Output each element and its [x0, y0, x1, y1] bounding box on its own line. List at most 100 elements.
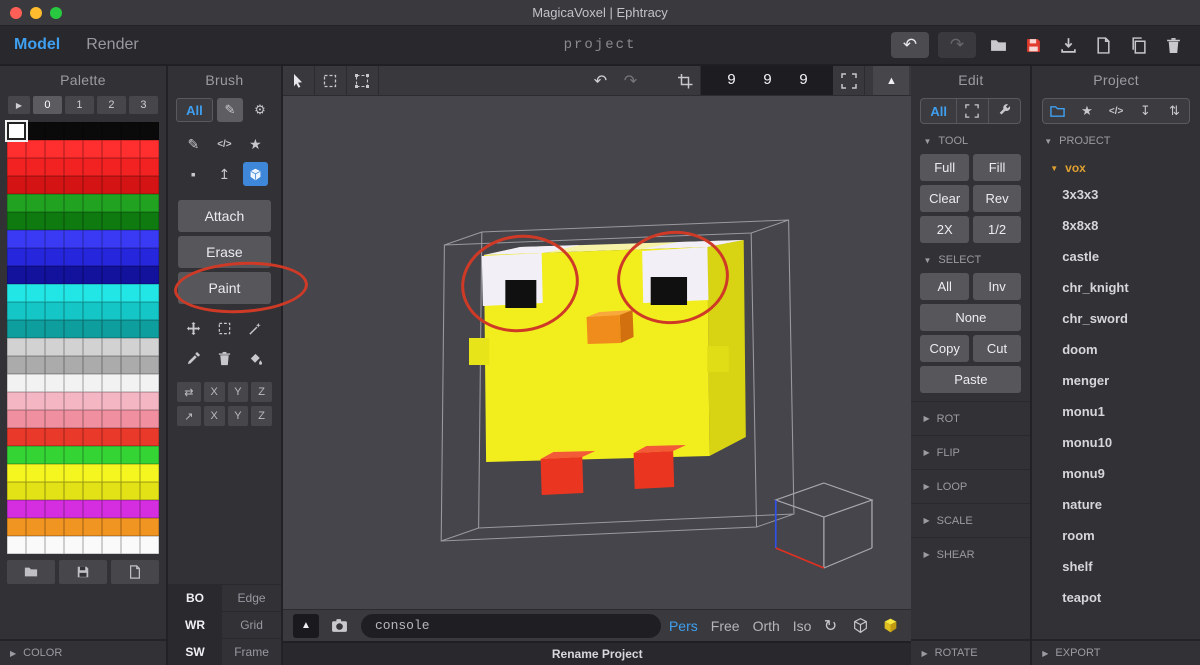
axis-view-button[interactable]: [849, 617, 871, 634]
palette-swatch[interactable]: [120, 446, 140, 464]
palette-swatch[interactable]: [44, 284, 64, 302]
palette-swatch[interactable]: [120, 536, 140, 554]
palette-save-button[interactable]: [58, 560, 107, 584]
palette-swatch[interactable]: [120, 500, 140, 518]
cursor-tool-button[interactable]: [283, 66, 315, 95]
palette-swatch[interactable]: [82, 230, 102, 248]
palette-swatch[interactable]: [7, 320, 26, 338]
palette-swatch[interactable]: [82, 356, 102, 374]
palette-swatch[interactable]: [7, 338, 26, 356]
palette-swatch[interactable]: [63, 374, 83, 392]
palette-swatch[interactable]: [7, 284, 26, 302]
edit-tools-button[interactable]: [989, 99, 1020, 123]
project-file-chr_knight[interactable]: chr_knight: [1032, 272, 1200, 303]
palette-swatch[interactable]: [7, 266, 26, 284]
palette-swatch[interactable]: [82, 446, 102, 464]
palette-swatch[interactable]: [120, 410, 140, 428]
palette-swatch[interactable]: [25, 194, 45, 212]
palette-swatch[interactable]: [44, 266, 64, 284]
edit-select-inv[interactable]: Inv: [972, 273, 1022, 300]
palette-swatch[interactable]: [7, 374, 26, 392]
brush-pattern-tool[interactable]: </>: [212, 132, 237, 156]
palette-swatch[interactable]: [63, 356, 83, 374]
palette-swatch[interactable]: [101, 446, 121, 464]
minimize-button[interactable]: [30, 6, 42, 19]
project-file-menger[interactable]: menger: [1032, 365, 1200, 396]
color-picker-tool[interactable]: [181, 346, 206, 370]
palette-swatch[interactable]: [7, 464, 26, 482]
palette-swatch[interactable]: [120, 302, 140, 320]
palette-swatch[interactable]: [101, 122, 121, 140]
palette-swatch[interactable]: [82, 500, 102, 518]
palette-swatch[interactable]: [63, 212, 83, 230]
palette-swatch[interactable]: [120, 176, 140, 194]
save-button[interactable]: [1020, 32, 1046, 58]
project-file-doom[interactable]: doom: [1032, 334, 1200, 365]
viewport-redo-button[interactable]: ↷: [615, 66, 645, 95]
brush-all-button[interactable]: All: [175, 98, 213, 122]
brush-face-tool[interactable]: ↥: [212, 162, 237, 186]
palette-swatch[interactable]: [63, 410, 83, 428]
palette-swatch[interactable]: [101, 518, 121, 536]
palette-play-button[interactable]: ▶: [8, 96, 30, 114]
palette-swatch[interactable]: [7, 302, 26, 320]
palette-swatch[interactable]: [82, 122, 102, 140]
display-toggle-sw[interactable]: SW: [167, 639, 223, 665]
edit-tool-fill[interactable]: Fill: [972, 154, 1022, 181]
region-select-corners-button[interactable]: [347, 66, 379, 95]
edit-section-rot[interactable]: ▶ ROT: [911, 401, 1031, 435]
view-mode-iso[interactable]: Iso: [793, 618, 812, 634]
project-file-castle[interactable]: castle: [1032, 241, 1200, 272]
palette-swatch[interactable]: [82, 482, 102, 500]
project-folder-view-button[interactable]: [1043, 99, 1072, 123]
palette-swatch[interactable]: [44, 392, 64, 410]
export-section[interactable]: ▶ EXPORT: [1032, 639, 1200, 665]
project-file-3x3x3[interactable]: 3x3x3: [1032, 179, 1200, 210]
brush-box-tool[interactable]: [242, 162, 268, 186]
palette-swatch[interactable]: [25, 212, 45, 230]
palette-swatch[interactable]: [25, 374, 45, 392]
project-code-button[interactable]: </>: [1102, 99, 1131, 123]
palette-tab-1[interactable]: 1: [64, 96, 94, 114]
viewport-undo-button[interactable]: ↶: [585, 66, 615, 95]
palette-swatch[interactable]: [63, 482, 83, 500]
palette-swatch[interactable]: [63, 140, 83, 158]
edit-select-none[interactable]: None: [920, 304, 1022, 331]
palette-swatch[interactable]: [82, 464, 102, 482]
palette-swatch[interactable]: [139, 158, 159, 176]
palette-swatch[interactable]: [63, 464, 83, 482]
palette-swatch[interactable]: [63, 284, 83, 302]
palette-swatch[interactable]: [139, 374, 159, 392]
zoom-button[interactable]: [50, 6, 62, 19]
project-file-teapot[interactable]: teapot: [1032, 582, 1200, 613]
palette-swatch[interactable]: [25, 122, 45, 140]
palette-swatch[interactable]: [7, 176, 26, 194]
palette-swatch[interactable]: [44, 248, 64, 266]
delete-tool[interactable]: [212, 346, 237, 370]
palette-swatch[interactable]: [120, 320, 140, 338]
palette-swatch[interactable]: [44, 176, 64, 194]
axis-button-z[interactable]: Z: [251, 382, 272, 402]
palette-swatch[interactable]: [44, 518, 64, 536]
palette-swatch[interactable]: [139, 266, 159, 284]
palette-swatch[interactable]: [101, 428, 121, 446]
project-file-shelf[interactable]: shelf: [1032, 551, 1200, 582]
edit-section-loop[interactable]: ▶ LOOP: [911, 469, 1031, 503]
redo-button[interactable]: ↷: [938, 32, 976, 58]
edit-expand-button[interactable]: [957, 99, 990, 123]
project-section-header[interactable]: ▼ PROJECT: [1032, 124, 1200, 152]
palette-swatch[interactable]: [82, 212, 102, 230]
palette-swatch[interactable]: [7, 230, 26, 248]
reset-view-button[interactable]: ↻: [819, 616, 841, 636]
palette-swatch[interactable]: [63, 176, 83, 194]
palette-swatch[interactable]: [44, 374, 64, 392]
solid-view-button[interactable]: [879, 617, 901, 634]
export-button[interactable]: [1055, 32, 1081, 58]
palette-swatch[interactable]: [25, 410, 45, 428]
palette-swatch[interactable]: [25, 230, 45, 248]
viewport-canvas[interactable]: [283, 96, 912, 609]
palette-swatch[interactable]: [7, 392, 26, 410]
palette-swatch[interactable]: [139, 410, 159, 428]
palette-swatch[interactable]: [7, 194, 26, 212]
palette-swatch[interactable]: [82, 302, 102, 320]
